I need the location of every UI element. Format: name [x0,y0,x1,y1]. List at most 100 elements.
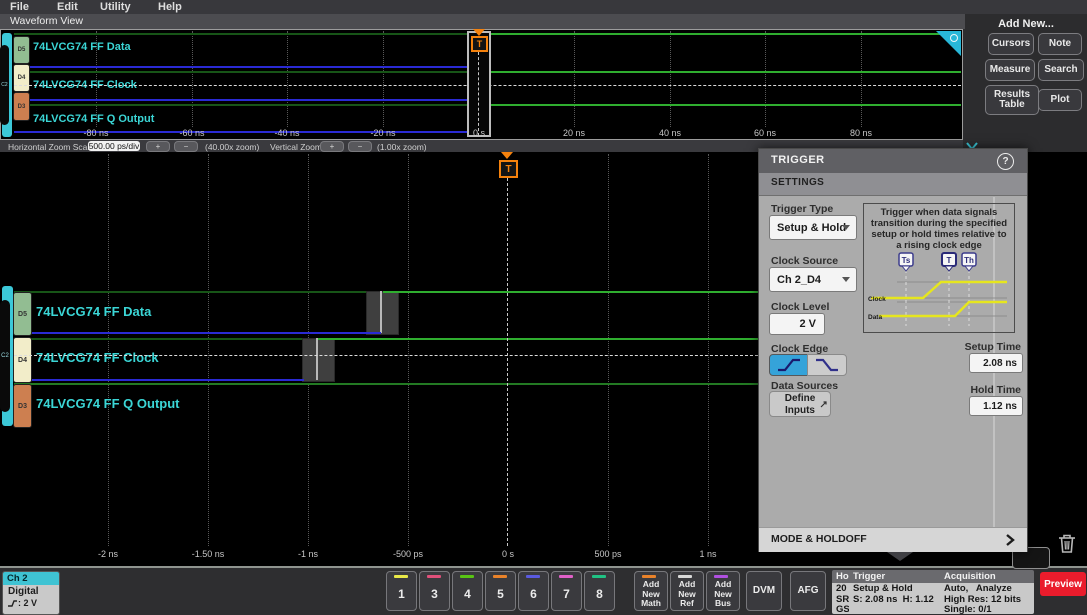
channel-label-data[interactable]: 74LVCG74 FF Data [33,41,131,53]
channel-label-clock[interactable]: 74LVCG74 FF Clock [36,350,159,365]
chevron-down-icon [842,225,850,230]
axis-label: 20 ns [546,128,602,138]
axis-label: -1.50 ns [180,549,236,559]
expand-icon [820,401,827,408]
trigger-panel-titlebar[interactable]: TRIGGER ? [759,149,1027,173]
waveform-view-tab-strip: Waveform View [0,14,965,29]
clock-edge-falling-button[interactable] [807,354,847,376]
add-cursors-button[interactable]: Cursors [988,33,1034,55]
channel-group-grip[interactable]: C2 [0,300,10,412]
gridline [192,31,193,127]
waveform-view-tab[interactable]: Waveform View [10,15,83,27]
axis-label: 1 ns [680,549,736,559]
channel-badge-d5[interactable]: D5 [13,292,32,336]
add-measure-button[interactable]: Measure [985,59,1035,81]
h-zoom-plus-button[interactable]: + [146,141,170,152]
trigger-description: Trigger when data signals transition dur… [864,204,1014,251]
digital-channel-5-button[interactable]: 5 [485,571,516,611]
settings-tab-label: SETTINGS [771,177,1027,188]
help-icon[interactable]: ? [997,153,1014,170]
channel-badge-d4[interactable]: D4 [13,337,32,383]
channel-label-q[interactable]: 74LVCG74 FF Q Output [36,396,180,411]
menu-utility[interactable]: Utility [100,1,131,13]
menu-bar: File Edit Utility Help [0,0,1087,15]
axis-label: 40 ns [642,128,698,138]
channel-label-q[interactable]: 74LVCG74 FF Q Output [33,113,154,125]
channel-2-badge[interactable]: Ch 2 Digital : 2 V [2,571,60,615]
preview-button[interactable]: Preview [1040,572,1086,596]
add-new-bus-button[interactable]: Add New Bus [706,571,740,611]
channel-group-grip[interactable]: C2 [0,45,9,125]
menu-help[interactable]: Help [158,1,182,13]
afg-button[interactable]: AFG [790,571,826,611]
trigger-position-arrow-icon[interactable] [473,29,485,36]
clock-level-field[interactable]: 2 V [769,313,825,335]
gridline [608,154,609,546]
channel-label-data[interactable]: 74LVCG74 FF Data [36,304,151,319]
hold-time-field[interactable]: 1.12 ns [969,396,1023,416]
h-zoom-minus-button[interactable]: − [174,141,198,152]
axis-label: 500 ps [580,549,636,559]
trigger-panel: TRIGGER ? SETTINGS Trigger Type Setup & … [758,148,1028,552]
trigger-dashed-line [507,178,508,546]
axis-label: -80 ns [68,128,124,138]
trigger-flag-icon[interactable]: T [499,160,518,178]
channel-badge-d5[interactable]: D5 [13,36,30,64]
define-inputs-button[interactable]: Define Inputs [769,391,831,417]
add-new-sidebar: Add New... Cursors Note Measure Search R… [965,14,1087,152]
channel-color-stripe [493,575,507,578]
gridline [861,31,862,127]
channel-badge-d4[interactable]: D4 [13,64,30,92]
add-new-math-button[interactable]: Add New Math [634,571,668,611]
v-zoom-label: Vertical Zoom [270,142,322,152]
digital-channel-6-button[interactable]: 6 [518,571,549,611]
trigger-type-label: Trigger Type [771,203,833,215]
trace-q-high [491,104,961,106]
digital-channel-number: 7 [563,587,570,601]
v-zoom-plus-button[interactable]: + [320,141,344,152]
oscilloscope-app: File Edit Utility Help Waveform View Add… [0,0,1087,615]
channel-badge-d3[interactable]: D3 [13,384,32,428]
trigger-position-arrow-icon[interactable] [501,152,513,159]
h-zoom-scale-field[interactable]: 500.00 ps/div [88,141,140,151]
digital-channel-number: 6 [530,587,537,601]
setup-hold-diagram: Ts T Th Clock Data [867,252,1011,330]
digital-channel-8-button[interactable]: 8 [584,571,615,611]
trigger-type-dropdown[interactable]: Setup & Hold [769,215,857,240]
trace-clock-low [14,379,304,381]
add-search-button[interactable]: Search [1038,59,1084,81]
tab-settings[interactable]: SETTINGS [759,173,1027,196]
add-plot-button[interactable]: Plot [1038,89,1082,111]
add-new-ref-button[interactable]: Add New Ref [670,571,704,611]
clock-level-value: 2 V [799,318,824,330]
digital-channel-1-button[interactable]: 1 [386,571,417,611]
clock-edge-rising-button[interactable] [769,354,809,376]
add-results-table-button[interactable]: Results Table [985,85,1039,115]
v-zoom-minus-button[interactable]: − [348,141,372,152]
channel-badge-d3[interactable]: D3 [13,92,30,121]
trigger-flag-icon[interactable]: T [471,36,488,52]
menu-edit[interactable]: Edit [57,1,78,13]
gridline [287,31,288,127]
digital-channel-7-button[interactable]: 7 [551,571,582,611]
h-zoom-scale-label: Horizontal Zoom Scale [8,142,94,152]
mode-holdoff-bar[interactable]: MODE & HOLDOFF [759,527,1027,552]
axis-label: -500 ps [380,549,436,559]
magnifier-icon [950,34,958,42]
menu-file[interactable]: File [10,1,29,13]
trash-icon[interactable] [1053,530,1081,558]
digital-channel-number: 4 [464,587,471,601]
acquisition-badge[interactable]: Acquisition Auto, Analyze High Res: 12 b… [940,570,1034,614]
digital-channel-3-button[interactable]: 3 [419,571,450,611]
gridline [208,154,209,546]
panel-collapse-notch[interactable] [887,552,913,561]
clock-source-dropdown[interactable]: Ch 2_D4 [769,267,857,292]
digital-channel-4-button[interactable]: 4 [452,571,483,611]
channel-2-threshold: : 2 V [18,598,37,608]
dvm-button[interactable]: DVM [746,571,782,611]
trigger-status-badge[interactable]: Trigger Setup & Hold S: 2.08 ns H: 1.12 … [849,570,935,614]
axis-label: 0 s [451,128,507,138]
trace-data-high [491,33,961,35]
setup-time-field[interactable]: 2.08 ns [969,353,1023,373]
add-note-button[interactable]: Note [1038,33,1082,55]
